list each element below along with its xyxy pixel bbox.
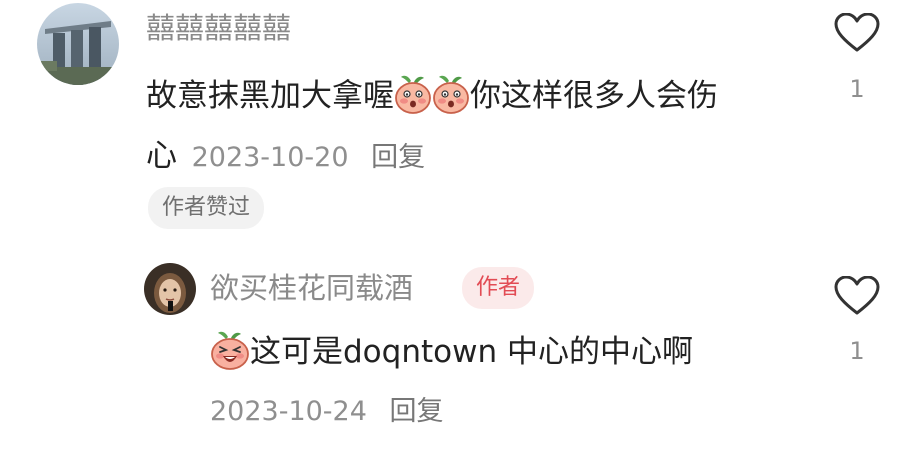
avatar[interactable] (37, 3, 119, 85)
like-count: 1 (849, 75, 865, 103)
comment-meta: 心 2023-10-20 回复 (146, 136, 425, 178)
peach-shy-emoji-icon (432, 74, 470, 114)
comment-text-part: 你这样很多人会伤 (470, 78, 718, 114)
reply-username[interactable]: 欲买桂花同载酒 (210, 269, 413, 307)
like-count: 1 (849, 337, 865, 365)
reply-text: 这可是doqntown 中心的中心啊 (210, 330, 693, 374)
avatar-image (144, 263, 196, 315)
heart-like-icon[interactable] (834, 13, 880, 53)
reply-text-body: 这可是doqntown 中心的中心啊 (250, 334, 693, 370)
username[interactable]: 囍囍囍囍囍 (146, 10, 291, 46)
heart-like-icon[interactable] (834, 276, 880, 316)
reply-avatar[interactable] (144, 263, 196, 315)
reply-button[interactable]: 回复 (390, 396, 444, 427)
comment-date: 2023-10-20 (191, 142, 349, 173)
peach-laugh-emoji-icon (210, 330, 250, 370)
comment-text-part: 故意抹黑加大拿喔 (146, 78, 394, 114)
peach-shy-emoji-icon (394, 74, 432, 114)
reply-meta: 2023-10-24 回复 (210, 392, 444, 432)
comment-text: 故意抹黑加大拿喔 你这样很多人会伤 (146, 74, 718, 118)
reply-date: 2023-10-24 (210, 396, 367, 427)
author-liked-badge: 作者赞过 (148, 187, 265, 229)
comment-text-continuation: 心 (146, 138, 177, 174)
reply-button[interactable]: 回复 (371, 142, 425, 173)
author-badge: 作者 (462, 267, 535, 309)
avatar-image (37, 3, 119, 85)
